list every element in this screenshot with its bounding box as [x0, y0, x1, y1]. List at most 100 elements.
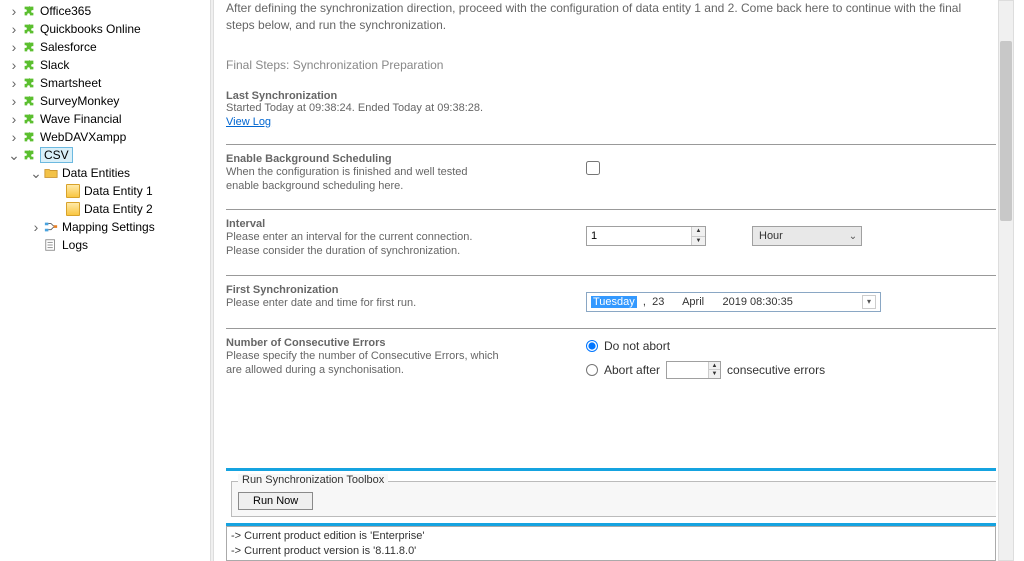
main-panel: After defining the synchronization direc… — [214, 0, 1024, 561]
log-line: -> Current product version is '8.11.8.0' — [231, 544, 991, 558]
chevron-down-icon: ⌄ — [845, 231, 861, 242]
radio-do-not-abort[interactable]: Do not abort — [586, 339, 670, 353]
sidebar: Office365 Quickbooks Online Salesforce S… — [0, 0, 210, 561]
tree-label: CSV — [40, 147, 73, 163]
chevron-right-icon — [8, 23, 20, 35]
page-icon — [66, 184, 80, 198]
interval-input[interactable] — [587, 227, 691, 245]
tree-label: WebDAVXampp — [40, 130, 126, 144]
puzzle-icon — [22, 22, 36, 36]
logs-icon — [44, 238, 58, 252]
divider-line — [226, 144, 996, 145]
sidebar-item-entity2[interactable]: Data Entity 2 — [0, 200, 210, 218]
firstsync-desc: Please enter date and time for first run… — [226, 296, 586, 310]
puzzle-icon — [22, 4, 36, 18]
sidebar-item-data-entities[interactable]: Data Entities — [0, 164, 210, 182]
abort-count-spinner[interactable]: ▲ ▼ — [666, 361, 721, 379]
sidebar-item-smartsheet[interactable]: Smartsheet — [0, 74, 210, 92]
divider-line — [226, 209, 996, 210]
radio-abort-after[interactable]: Abort after ▲ ▼ consecutive errors — [586, 361, 825, 379]
sidebar-item-csv[interactable]: CSV — [0, 146, 210, 164]
sidebar-item-logs[interactable]: Logs — [0, 236, 210, 254]
sidebar-item-webdav[interactable]: WebDAVXampp — [0, 128, 210, 146]
chevron-down-icon — [8, 149, 20, 161]
tree-label: Quickbooks Online — [40, 22, 141, 36]
tree-label: SurveyMonkey — [40, 94, 119, 108]
date-rest: 2019 08:30:35 — [722, 296, 792, 308]
errors-desc: Please specify the number of Consecutive… — [226, 349, 586, 378]
spinner-up-icon[interactable]: ▲ — [709, 362, 720, 371]
sidebar-item-slack[interactable]: Slack — [0, 56, 210, 74]
firstsync-title: First Synchronization — [226, 284, 586, 296]
errors-title: Number of Consecutive Errors — [226, 337, 586, 349]
puzzle-icon — [22, 94, 36, 108]
tree-label: Salesforce — [40, 40, 97, 54]
steps-heading: Final Steps: Synchronization Preparation — [226, 58, 996, 72]
spinner-down-icon[interactable]: ▼ — [709, 370, 720, 378]
firstsync-datetime-picker[interactable]: Tuesday , 23 April 2019 08:30:35 ▾ — [586, 292, 881, 312]
tree-label: Logs — [62, 238, 88, 252]
tree-label: Data Entity 1 — [84, 184, 153, 198]
spinner-up-icon[interactable]: ▲ — [692, 227, 705, 237]
puzzle-icon — [22, 130, 36, 144]
radio-label-prefix: Abort after — [604, 363, 660, 377]
puzzle-icon — [22, 148, 36, 162]
radio-input[interactable] — [586, 364, 598, 376]
chevron-right-icon — [8, 41, 20, 53]
sidebar-item-mapping[interactable]: Mapping Settings — [0, 218, 210, 236]
chevron-right-icon — [8, 59, 20, 71]
spinner-down-icon[interactable]: ▼ — [692, 237, 705, 246]
log-output: -> Current product edition is 'Enterpris… — [226, 526, 996, 561]
tree-label: Smartsheet — [40, 76, 101, 90]
sidebar-item-entity1[interactable]: Data Entity 1 — [0, 182, 210, 200]
sidebar-item-office365[interactable]: Office365 — [0, 2, 210, 20]
interval-unit-combo[interactable]: Hour ⌄ — [752, 226, 862, 246]
last-sync-title: Last Synchronization — [226, 90, 996, 102]
chevron-right-icon — [8, 77, 20, 89]
toolbox-title: Run Synchronization Toolbox — [238, 474, 388, 486]
run-sync-toolbox: Run Synchronization Toolbox Run Now — [231, 481, 996, 517]
radio-label-suffix: consecutive errors — [727, 363, 825, 377]
puzzle-icon — [22, 76, 36, 90]
chevron-right-icon — [8, 5, 20, 17]
tree-label: Wave Financial — [40, 112, 122, 126]
vertical-scrollbar[interactable] — [998, 0, 1014, 561]
page-icon — [66, 202, 80, 216]
intro-text: After defining the synchronization direc… — [226, 0, 996, 34]
interval-title: Interval — [226, 218, 586, 230]
run-now-button[interactable]: Run Now — [238, 492, 313, 510]
folder-icon — [44, 166, 58, 180]
sidebar-item-salesforce[interactable]: Salesforce — [0, 38, 210, 56]
bg-scheduling-title: Enable Background Scheduling — [226, 153, 586, 165]
scroll-thumb[interactable] — [1000, 41, 1012, 221]
view-log-link[interactable]: View Log — [226, 116, 271, 128]
puzzle-icon — [22, 58, 36, 72]
chevron-right-icon — [30, 221, 42, 233]
sidebar-item-quickbooks[interactable]: Quickbooks Online — [0, 20, 210, 38]
tree-label: Data Entity 2 — [84, 202, 153, 216]
date-daynum: 23 — [652, 296, 664, 308]
log-line: -> Current product edition is 'Enterpris… — [231, 529, 991, 543]
abort-count-input[interactable] — [667, 362, 708, 378]
puzzle-icon — [22, 112, 36, 126]
chevron-right-icon — [8, 131, 20, 143]
bg-scheduling-desc: When the configuration is finished and w… — [226, 165, 586, 194]
highlight-box: Run Synchronization Toolbox Run Now — [226, 468, 996, 526]
sidebar-item-surveymonkey[interactable]: SurveyMonkey — [0, 92, 210, 110]
calendar-dropdown-icon[interactable]: ▾ — [862, 295, 876, 309]
interval-spinner[interactable]: ▲ ▼ — [586, 226, 706, 246]
date-dayname: Tuesday — [591, 296, 637, 308]
date-month: April — [682, 296, 704, 308]
divider-line — [226, 328, 996, 329]
tree-label: Mapping Settings — [62, 220, 155, 234]
sidebar-item-wave[interactable]: Wave Financial — [0, 110, 210, 128]
chevron-right-icon — [8, 95, 20, 107]
tree-label: Slack — [40, 58, 69, 72]
tree-label: Office365 — [40, 4, 91, 18]
divider-line — [226, 275, 996, 276]
last-sync-text: Started Today at 09:38:24. Ended Today a… — [226, 102, 996, 114]
combo-value: Hour — [753, 230, 845, 242]
chevron-right-icon — [8, 113, 20, 125]
radio-input[interactable] — [586, 340, 598, 352]
bg-scheduling-checkbox[interactable] — [586, 161, 600, 175]
